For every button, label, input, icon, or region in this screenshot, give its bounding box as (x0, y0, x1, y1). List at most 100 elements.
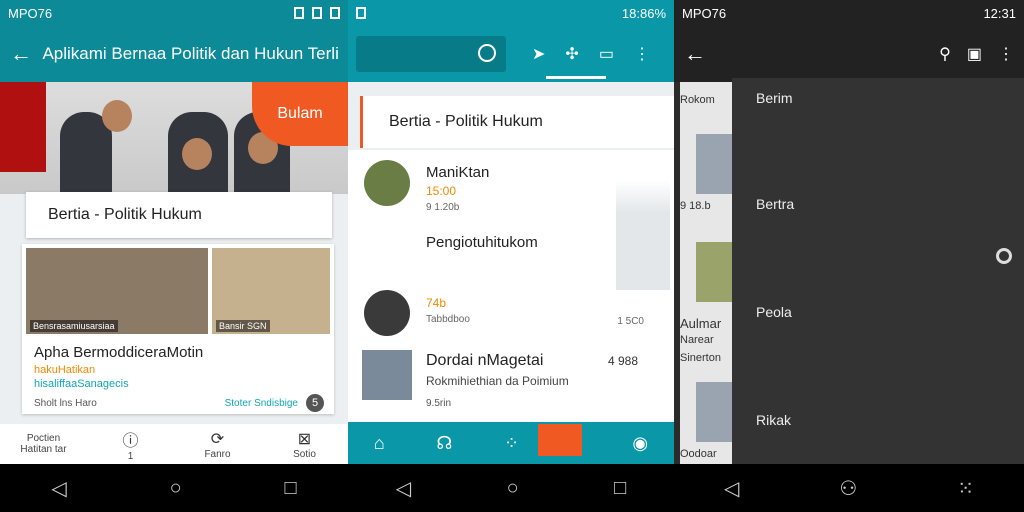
article-list: ManiKtan 15:00 9 1.20b Pengiotuhitukom 7… (348, 150, 674, 340)
avatar (364, 290, 410, 336)
bottom-item-sub: 1 (127, 450, 134, 462)
account-icon[interactable]: ⚇ (839, 476, 857, 501)
news-photo: Bansir SGN (212, 248, 330, 334)
recents-square-icon[interactable]: □ (284, 477, 296, 500)
bottom-item-sub: Sotio (293, 448, 316, 460)
hero-badge: Bulam (252, 82, 348, 146)
search-icon[interactable]: ⚲ (939, 44, 951, 64)
nav-group: ◁ ○ □ (348, 476, 674, 501)
peek-text: Aulmar (680, 316, 722, 331)
content-behind-drawer: Rokom 9 18.b Aulmar Narear Sinerton Oodo… (680, 82, 732, 464)
app-notification-icon (356, 7, 366, 19)
drawer-item[interactable]: Rikak (756, 412, 791, 428)
active-tab-indicator (538, 424, 582, 456)
app-bar-actions: ⚲ ▣ ⋮ (939, 44, 1014, 64)
notification-icon (294, 7, 304, 19)
home-icon[interactable]: ⌂ (374, 433, 385, 454)
peek-text: Narear (680, 334, 714, 346)
skyline-image (616, 180, 670, 290)
app-bar: ← Aplikami Bernaa Politik dan Hukun Terl… (0, 26, 348, 82)
screens: MPO76 ← Aplikami Bernaa Politik dan Huku… (0, 0, 1024, 464)
bottom-item[interactable]: ⓘ 1 (87, 427, 174, 462)
home-circle-icon[interactable]: ○ (170, 477, 182, 500)
tab-feed-icon[interactable]: ➤ (532, 44, 545, 64)
list-item-time: 15:00 (426, 184, 457, 198)
peek-image (696, 134, 732, 194)
hero-banner[interactable]: Bulam (0, 82, 348, 194)
list-item-title: ManiKtan (426, 164, 490, 181)
status-bar: MPO76 (0, 0, 348, 26)
news-footer: Sholt lns Haro (34, 398, 97, 409)
avatar (364, 160, 410, 206)
bottom-item[interactable]: ⊠ Sotio (261, 429, 348, 460)
news-photo: Bensrasamiusarsiaa (26, 248, 208, 334)
bottom-item-label: Poctien (26, 433, 61, 444)
news-count: 4 988 (607, 354, 638, 368)
list-item-meta: Tabbdboo (426, 314, 470, 325)
apps-grid-icon[interactable]: ⁙ (957, 476, 974, 501)
news-title: Dordai nMagetai (426, 352, 544, 369)
bottom-row: Poctien Hatitan tar ⓘ 1 ⟳ Fanro ⊠ Sotio (0, 424, 348, 464)
apps-icon[interactable]: ⁘ (504, 433, 519, 454)
news-tag[interactable]: Stoter Sndisbige (225, 398, 298, 409)
overflow-menu-icon[interactable]: ⋮ (998, 44, 1014, 64)
peek-text: 9 18.b (680, 200, 711, 212)
bottom-item[interactable]: Poctien Hatitan tar (0, 433, 87, 455)
tab-icons: ➤ ✣ ▭ ⋮ (532, 44, 650, 64)
screen-news-list: MPO76 ← Aplikami Bernaa Politik dan Huku… (0, 0, 348, 464)
section-title: Bertia - Politik Hukum (360, 96, 674, 148)
video-icon[interactable]: ▣ (967, 44, 982, 64)
news-card[interactable]: Bensrasamiusarsiaa Bansir SGN Apha Bermo… (22, 244, 334, 414)
status-icons (294, 7, 340, 19)
back-arrow-icon[interactable]: ← (684, 41, 718, 67)
person-head (182, 138, 212, 170)
back-triangle-icon[interactable]: ◁ (724, 476, 739, 501)
bottom-item-sub: Fanro (204, 448, 231, 460)
close-box-icon: ⊠ (297, 430, 312, 448)
bottom-navigation: ⌂ ☊ ⁘ ▯ ◉ (348, 422, 674, 464)
overflow-menu-icon[interactable]: ⋮ (634, 44, 650, 64)
news-footer: 9.5rin (426, 398, 452, 409)
app-title: Aplikami Bernaa Politik dan Hukun Terlin… (42, 44, 338, 63)
photo-caption: Bensrasamiusarsiaa (30, 320, 118, 332)
status-time: 12:31 (983, 5, 1016, 21)
search-input[interactable] (356, 36, 506, 72)
search-icon (478, 44, 496, 62)
avatar-icon[interactable]: ◉ (632, 433, 648, 454)
recents-square-icon[interactable]: □ (614, 477, 626, 500)
notification-icon (330, 7, 340, 19)
nav-group: ◁ ○ □ (0, 476, 348, 501)
news-card[interactable]: Dordai nMagetai 4 988 Rokmihiethian da P… (348, 340, 674, 422)
scroll-handle[interactable] (996, 248, 1012, 264)
app-bar: ← ⚲ ▣ ⋮ (674, 26, 1024, 82)
home-circle-icon[interactable]: ○ (507, 477, 519, 500)
back-triangle-icon[interactable]: ◁ (396, 476, 411, 501)
peek-text: Sinerton (680, 352, 721, 364)
screen-drawer: MPO76 12:31 ← ⚲ ▣ ⋮ Rokom 9 18.b Aulmar … (674, 0, 1024, 464)
status-carrier: MPO76 (682, 5, 727, 21)
drawer-item[interactable]: Berim (756, 90, 793, 106)
drawer-item[interactable]: Peola (756, 304, 792, 320)
drawer-item[interactable]: Bertra (756, 196, 794, 212)
bottom-item[interactable]: ⟳ Fanro (174, 429, 261, 460)
chat-icon[interactable]: ☊ (436, 433, 452, 454)
list-item-count: 1 5C0 (617, 316, 644, 327)
tab-chat-icon[interactable]: ▭ (599, 44, 614, 64)
app-bar: ➤ ✣ ▭ ⋮ (348, 26, 674, 82)
news-subtitle: hakuHatikan (34, 364, 96, 376)
news-subtitle: hisaliffaaSanagecis (34, 378, 129, 390)
status-bar: 18:86% (348, 0, 674, 26)
screen-category: 18:86% ➤ ✣ ▭ ⋮ Bertia - Politik Hukum Ma… (348, 0, 674, 464)
photo-caption: Bansir SGN (216, 320, 270, 332)
status-carrier: MPO76 (8, 5, 53, 21)
share-icon (364, 230, 410, 276)
news-subtitle: Rokmihiethian da Poimium (426, 374, 569, 388)
back-arrow-icon[interactable]: ← (10, 41, 42, 67)
status-time: 18:86% (621, 5, 666, 21)
android-navigation-bar: ◁ ○ □ ◁ ○ □ ◁ ⚇ ⁙ (0, 464, 1024, 512)
list-item-meta: 9 1.20b (426, 202, 460, 213)
tab-share-icon[interactable]: ✣ (565, 44, 578, 64)
list-item-value: 74b (426, 296, 447, 310)
status-bar: MPO76 12:31 (674, 0, 1024, 26)
back-triangle-icon[interactable]: ◁ (51, 476, 66, 501)
